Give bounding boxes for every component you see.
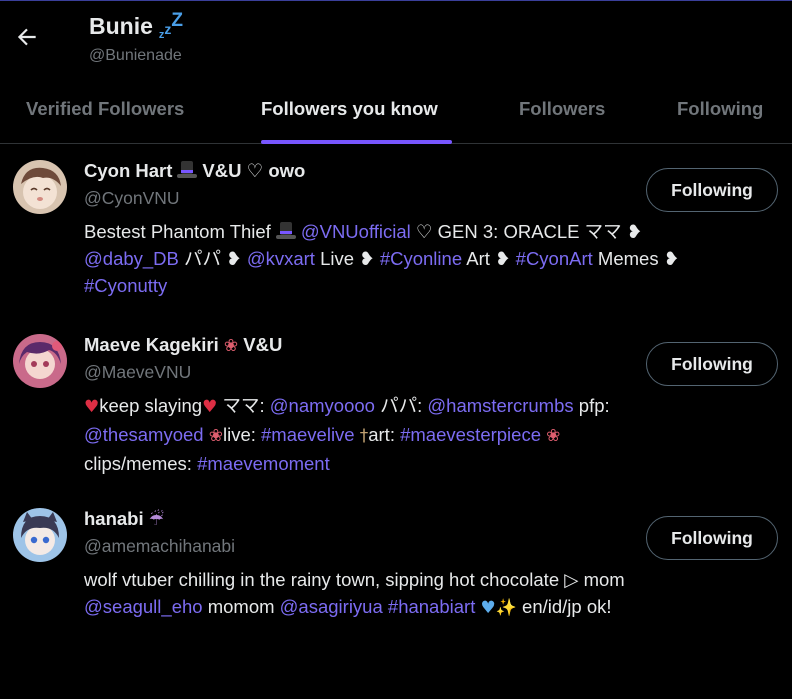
following-button[interactable]: Following <box>646 342 778 386</box>
hashtag-link[interactable]: #CyonArt <box>516 248 593 269</box>
following-button[interactable]: Following <box>646 168 778 212</box>
mention-link[interactable]: @namyoooo <box>270 395 375 416</box>
tulip-icon: ❀ <box>223 336 239 356</box>
dagger-icon: † <box>359 426 369 446</box>
user-bio: wolf vtuber chilling in the rainy town, … <box>84 569 625 618</box>
blue-heart-icon: ♥ <box>480 598 496 618</box>
profile-header: Bunie zzZ @Bunienade <box>0 0 792 78</box>
hashtag-link[interactable]: #Cyonline <box>380 248 462 269</box>
page-title: Bunie zzZ <box>89 10 183 41</box>
following-button[interactable]: Following <box>646 516 778 560</box>
user-handle[interactable]: @amemachihanabi <box>84 536 235 557</box>
hashtag-link[interactable]: #maevesterpiece <box>400 424 541 445</box>
user-handle[interactable]: @CyonVNU <box>84 188 180 209</box>
top-hat-icon <box>275 221 297 241</box>
mention-link[interactable]: @asagiriyua <box>280 596 383 617</box>
profile-name: Bunie <box>89 13 153 39</box>
back-arrow-icon[interactable] <box>14 24 40 50</box>
mention-link[interactable]: @daby_DB <box>84 248 179 269</box>
user-bio: ♥keep slaying♥ ママ: @namyoooo パパ: @hamste… <box>84 395 610 474</box>
red-heart-icon: ♥ <box>84 397 100 417</box>
tulip-icon: ❀ <box>546 426 561 446</box>
sparkles-icon: ✨ <box>495 598 517 618</box>
user-bio: Bestest Phantom Thief @VNUofficial ♡ GEN … <box>84 221 680 296</box>
user-display-name[interactable]: hanabi ☔ <box>84 508 164 530</box>
red-heart-icon: ♥ <box>202 397 218 417</box>
profile-handle: @Bunienade <box>89 47 182 64</box>
hashtag-link[interactable]: #maevelive <box>261 424 355 445</box>
active-tab-indicator <box>261 140 452 144</box>
user-display-name[interactable]: Maeve Kagekiri ❀ V&U <box>84 334 282 356</box>
tab-followers-you-know[interactable]: Followers you know <box>261 78 452 144</box>
hashtag-link[interactable]: #maevemoment <box>197 453 330 474</box>
follower-tabs: Verified Followers Followers you know Fo… <box>0 78 792 144</box>
avatar[interactable] <box>13 334 67 388</box>
top-hat-icon <box>176 160 198 180</box>
tulip-icon: ❀ <box>208 426 223 446</box>
mention-link[interactable]: @seagull_eho <box>84 596 203 617</box>
umbrella-icon: ☔ <box>148 510 165 530</box>
avatar[interactable] <box>13 508 67 562</box>
user-handle[interactable]: @MaeveVNU <box>84 362 191 383</box>
mention-link[interactable]: @VNUofficial <box>301 221 411 242</box>
avatar[interactable] <box>13 160 67 214</box>
hashtag-link[interactable]: #hanabiart <box>388 596 475 617</box>
mention-link[interactable]: @hamstercrumbs <box>427 395 573 416</box>
user-display-name[interactable]: Cyon Hart V&U ♡ owo <box>84 160 305 182</box>
sleeping-zzz-icon: zzZ <box>158 10 183 41</box>
mention-link[interactable]: @thesamyoed <box>84 424 204 445</box>
hashtag-link[interactable]: #Cyonutty <box>84 275 167 296</box>
mention-link[interactable]: @kvxart <box>247 248 315 269</box>
